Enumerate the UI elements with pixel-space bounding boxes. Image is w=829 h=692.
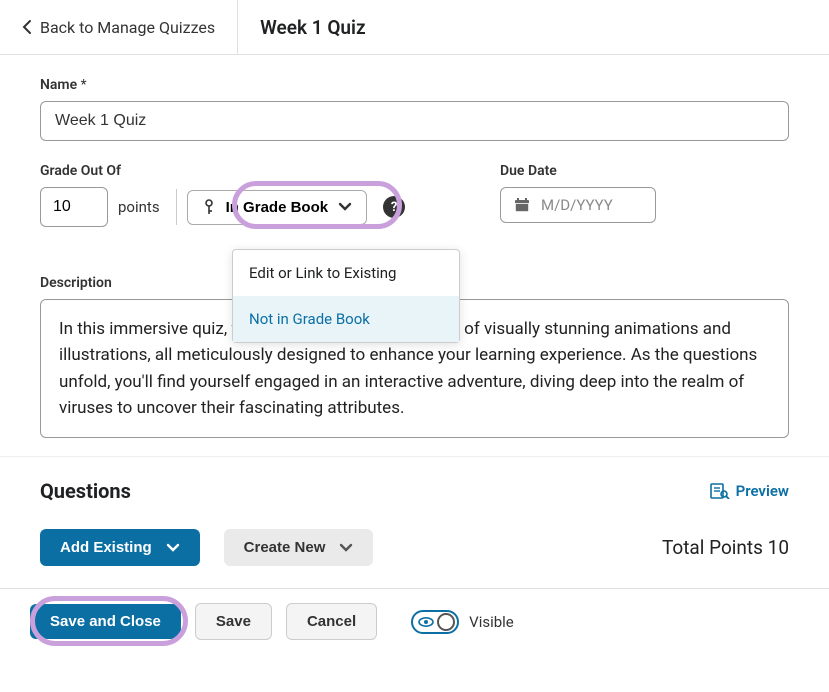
back-link[interactable]: Back to Manage Quizzes <box>0 0 238 54</box>
save-and-close-button[interactable]: Save and Close <box>30 604 181 639</box>
visibility-toggle[interactable] <box>411 610 459 634</box>
questions-heading: Questions <box>40 479 131 503</box>
total-points: Total Points 10 <box>662 536 789 559</box>
menu-edit-link[interactable]: Edit or Link to Existing <box>233 250 459 296</box>
eye-icon <box>417 613 435 631</box>
divider <box>176 189 177 225</box>
top-bar: Back to Manage Quizzes Week 1 Quiz <box>0 0 829 55</box>
name-input[interactable] <box>40 101 789 141</box>
chevron-left-icon <box>22 19 32 35</box>
add-existing-button[interactable]: Add Existing <box>40 529 200 566</box>
page-title: Week 1 Quiz <box>238 16 365 39</box>
form-area: Name * Grade Out Of points In Grade Book… <box>0 55 829 456</box>
calendar-icon <box>513 196 531 214</box>
gradebook-selected: In Grade Book <box>226 199 329 216</box>
required-mark: * <box>81 77 87 93</box>
grade-label: Grade Out Of <box>40 163 440 179</box>
preview-label: Preview <box>736 482 789 500</box>
visibility-label: Visible <box>469 613 514 631</box>
create-new-label: Create New <box>244 539 326 556</box>
menu-not-in-gradebook[interactable]: Not in Grade Book <box>233 296 459 342</box>
save-button[interactable]: Save <box>195 603 272 640</box>
due-date-placeholder: M/D/YYYY <box>541 196 613 214</box>
name-label: Name * <box>40 77 789 93</box>
cancel-button[interactable]: Cancel <box>286 603 377 640</box>
toggle-knob <box>437 613 455 631</box>
preview-icon <box>710 483 730 499</box>
gradebook-dropdown[interactable]: In Grade Book <box>187 190 368 225</box>
gradebook-menu: Edit or Link to Existing Not in Grade Bo… <box>232 249 460 343</box>
due-date-label: Due Date <box>500 163 656 179</box>
chevron-down-icon <box>166 543 180 553</box>
points-unit: points <box>118 198 160 216</box>
chevron-down-icon <box>339 543 353 553</box>
points-input[interactable] <box>40 187 108 227</box>
preview-link[interactable]: Preview <box>710 482 789 500</box>
key-icon <box>202 199 216 215</box>
add-existing-label: Add Existing <box>60 539 152 556</box>
name-label-text: Name <box>40 77 77 93</box>
due-date-input[interactable]: M/D/YYYY <box>500 187 656 223</box>
help-icon[interactable]: ? <box>383 196 405 218</box>
back-label: Back to Manage Quizzes <box>40 18 215 37</box>
chevron-down-icon <box>338 202 352 212</box>
create-new-button[interactable]: Create New <box>224 529 374 566</box>
